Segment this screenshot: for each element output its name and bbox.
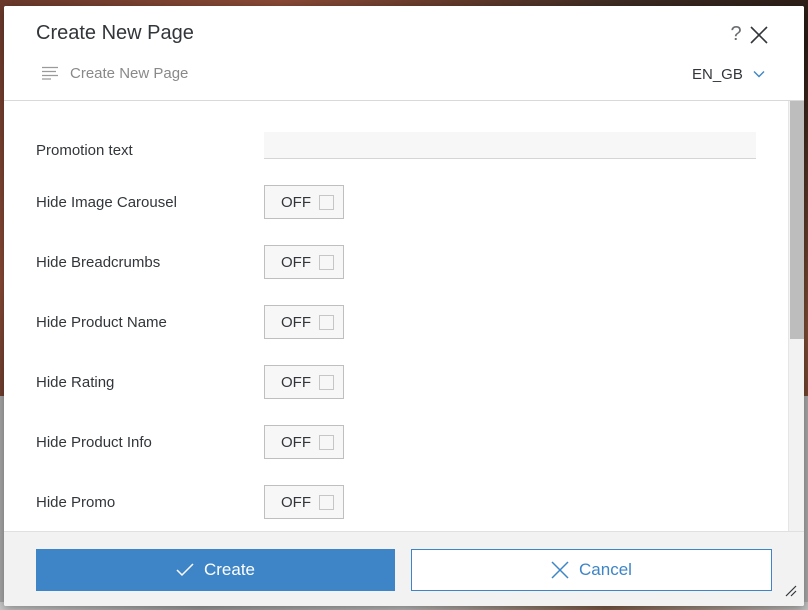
toggle-label-hide-promo: Hide Promo [36,494,116,511]
cancel-button-label: Cancel [579,560,632,579]
toggle-hide-rating[interactable]: OFF [264,365,344,399]
toggle-hide-image-carousel[interactable]: OFF [264,185,344,219]
toggle-label-hide-breadcrumbs: Hide Breadcrumbs [36,254,161,271]
toggle-label-hide-product-name: Hide Product Name [36,314,167,331]
toggle-checkbox [319,195,334,210]
toggle-state: OFF [281,374,311,391]
toggle-checkbox [319,315,334,330]
toggle-label-hide-product-info: Hide Product Info [36,434,152,451]
vertical-scrollbar[interactable] [788,101,804,531]
promotion-text-input[interactable] [264,132,756,159]
resize-handle-icon[interactable] [785,585,797,597]
create-button[interactable]: Create [36,549,395,591]
cancel-button[interactable]: Cancel [411,549,772,591]
language-selector[interactable]: EN_GB [692,65,765,83]
toggle-hide-breadcrumbs[interactable]: OFF [264,245,344,279]
toggle-label-hide-image-carousel: Hide Image Carousel [36,194,177,211]
close-icon [551,561,569,579]
toggle-checkbox [319,435,334,450]
scrollbar-thumb[interactable] [790,101,804,339]
dialog-body: Promotion text Hide Image Carousel OFF H… [4,101,804,531]
close-icon[interactable] [748,24,770,46]
chevron-down-icon [753,71,765,78]
help-icon[interactable]: ? [726,23,746,45]
toggle-label-hide-rating: Hide Rating [36,374,115,391]
dialog-header: Create New Page ? Create New Page EN_GB [4,6,804,101]
dialog-footer: Create Cancel [4,531,804,606]
toggle-hide-product-info[interactable]: OFF [264,425,344,459]
toggle-state: OFF [281,434,311,451]
promotion-text-label: Promotion text [36,142,133,159]
toggle-state: OFF [281,314,311,331]
toggle-state: OFF [281,194,311,211]
toggle-checkbox [319,255,334,270]
toggle-checkbox [319,375,334,390]
dialog-title: Create New Page [36,22,194,44]
toggle-hide-product-name[interactable]: OFF [264,305,344,339]
toggle-checkbox [319,495,334,510]
toggle-hide-promo[interactable]: OFF [264,485,344,519]
list-icon [42,66,58,80]
toggle-state: OFF [281,494,311,511]
create-page-dialog: Create New Page ? Create New Page EN_GB … [4,6,804,606]
create-button-label: Create [203,560,256,579]
checkmark-icon [176,563,194,577]
language-label: EN_GB [692,65,743,83]
toggle-state: OFF [281,254,311,271]
dialog-subtitle: Create New Page [70,65,189,82]
